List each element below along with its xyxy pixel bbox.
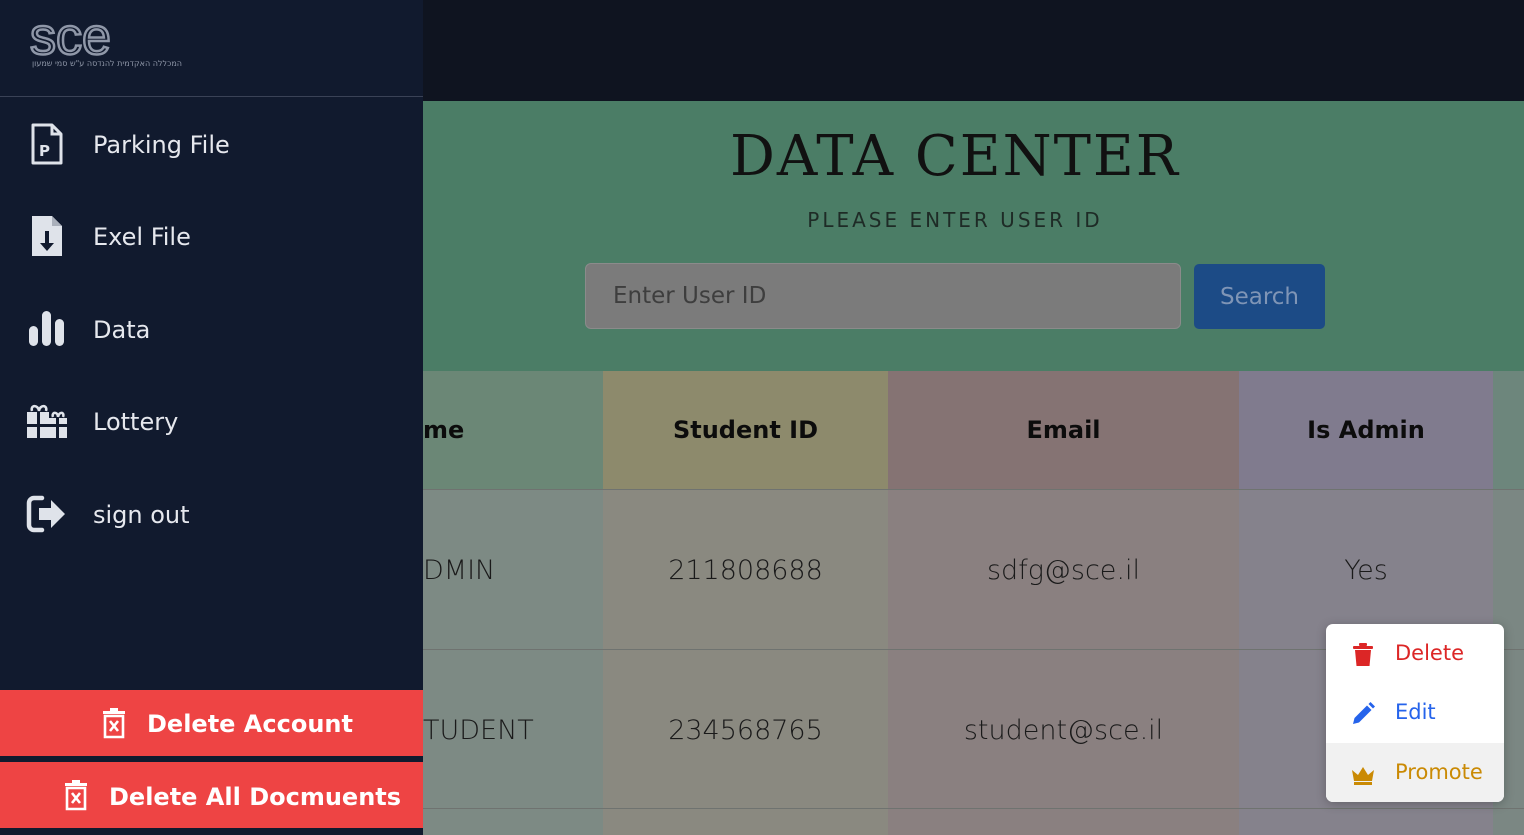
trash-x-icon (63, 779, 89, 811)
sidebar-item-parking-file[interactable]: P Parking File (0, 110, 423, 180)
sidebar-item-sign-out[interactable]: sign out (0, 480, 423, 550)
sidebar-item-label: Exel File (93, 223, 191, 251)
menu-item-delete[interactable]: Delete (1326, 624, 1504, 683)
user-id-input[interactable] (585, 263, 1181, 329)
delete-account-button[interactable]: Delete Account (0, 690, 423, 756)
header-email: Email (1026, 416, 1101, 444)
bar-chart-icon (26, 308, 68, 350)
search-button[interactable]: Search (1194, 264, 1325, 329)
parking-file-icon: P (26, 123, 68, 165)
menu-item-label: Delete (1395, 641, 1464, 665)
cell-name: TUDENT (423, 715, 534, 746)
row-divider (423, 808, 1524, 809)
header-name: me (423, 416, 465, 444)
logo-tagline: המכללה האקדמית להנדסה ע"ש סמי שמעון (31, 59, 182, 68)
menu-item-label: Promote (1395, 760, 1483, 784)
header-student-id: Student ID (672, 416, 819, 444)
cell-student-id: 234568765 (668, 715, 823, 746)
header-is-admin: Is Admin (1307, 416, 1425, 444)
pencil-icon (1350, 701, 1376, 727)
sidebar-item-lottery[interactable]: Lottery (0, 387, 423, 457)
row-actions-menu: Delete Edit Promote (1326, 624, 1504, 802)
menu-item-promote[interactable]: Promote (1326, 743, 1504, 802)
sidebar-item-label: Lottery (93, 408, 179, 436)
delete-all-documents-label: Delete All Docmuents (109, 783, 402, 811)
file-download-icon (26, 215, 68, 257)
menu-item-edit[interactable]: Edit (1326, 683, 1504, 742)
sidebar-item-exel-file[interactable]: Exel File (0, 202, 423, 272)
sidebar-item-data[interactable]: Data (0, 295, 423, 365)
logo-wordmark: sce (30, 20, 111, 56)
sidebar-item-label: Parking File (93, 131, 230, 159)
cell-email: student@sce.il (963, 715, 1164, 746)
crown-icon (1350, 761, 1376, 787)
sign-out-icon (26, 493, 68, 535)
sidebar-item-label: sign out (93, 501, 190, 529)
delete-account-label: Delete Account (147, 710, 353, 738)
trash-x-icon (101, 707, 127, 739)
menu-item-label: Edit (1395, 700, 1436, 724)
cell-student-id: 211808688 (668, 555, 823, 586)
page-title: DATA CENTER (730, 124, 1180, 189)
gifts-icon (26, 400, 68, 442)
cell-is-admin: Yes (1344, 555, 1388, 586)
svg-text:P: P (39, 142, 50, 160)
trash-icon (1350, 642, 1376, 668)
sidebar-item-label: Data (93, 316, 151, 344)
cell-name: DMIN (423, 555, 496, 586)
cell-email: sdfg@sce.il (986, 555, 1141, 586)
row-divider (423, 489, 1524, 490)
logo: sce המכללה האקדמית להנדסה ע"ש סמי שמעון (0, 0, 423, 97)
sidebar: sce המכללה האקדמית להנדסה ע"ש סמי שמעון … (0, 0, 423, 835)
page-subtitle: PLEASE ENTER USER ID (807, 208, 1103, 232)
delete-all-documents-button[interactable]: Delete All Docmuents (0, 762, 423, 828)
